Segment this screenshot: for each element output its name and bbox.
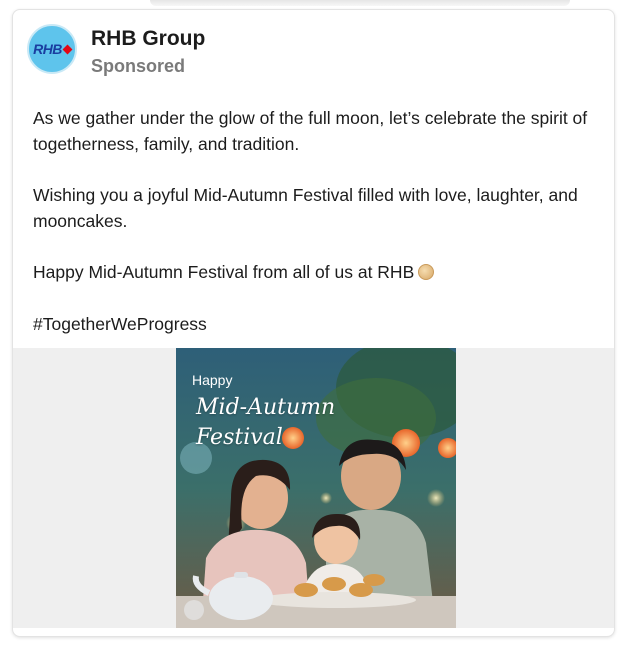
hashtag-link[interactable]: #TogetherWeProgress bbox=[33, 312, 603, 338]
sponsored-label[interactable]: Sponsored bbox=[91, 56, 185, 77]
page-name-link[interactable]: RHB Group bbox=[91, 27, 205, 51]
sponsored-post-card: RHB RHB Group Sponsored As we gather und… bbox=[12, 9, 615, 637]
previous-card-edge bbox=[150, 0, 570, 6]
rhb-logo: RHB bbox=[33, 41, 62, 57]
post-paragraph: Wishing you a joyful Mid-Autumn Festival… bbox=[33, 185, 578, 231]
image-caption-title: Mid-Autumn Festival bbox=[196, 393, 335, 453]
post-paragraph-text: Happy Mid-Autumn Festival from all of us… bbox=[33, 262, 415, 282]
mooncake-icon bbox=[418, 264, 435, 280]
image-caption-happy: Happy bbox=[192, 372, 233, 388]
family-photo-illustration bbox=[176, 348, 456, 628]
post-image[interactable]: Happy Mid-Autumn Festival bbox=[176, 348, 456, 628]
post-media: Happy Mid-Autumn Festival bbox=[13, 348, 614, 628]
post-header: RHB RHB Group Sponsored bbox=[27, 24, 587, 76]
post-paragraph-with-emoji: Happy Mid-Autumn Festival from all of us… bbox=[33, 260, 603, 286]
image-title-line: Festival bbox=[196, 425, 283, 450]
image-title-line: Mid-Autumn bbox=[196, 395, 336, 420]
avatar[interactable]: RHB bbox=[27, 24, 77, 74]
logo-diamond-icon bbox=[62, 44, 73, 54]
post-body: As we gather under the glow of the full … bbox=[33, 106, 603, 363]
post-paragraph: As we gather under the glow of the full … bbox=[33, 108, 588, 154]
